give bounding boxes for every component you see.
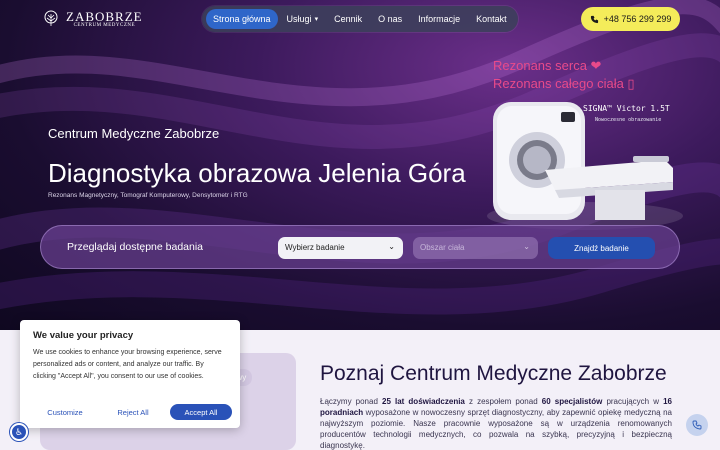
- brand-tagline: CENTRUM MEDYCZNE: [73, 22, 136, 28]
- call-float-button[interactable]: [686, 414, 708, 436]
- phone-icon: [692, 420, 702, 430]
- chevron-down-icon: ▾: [314, 16, 319, 23]
- brand-name: ZABOBRZE: [66, 8, 143, 24]
- nav-item-label: Cennik: [334, 14, 363, 24]
- about-highlight: 60 specjalistów: [541, 397, 603, 406]
- phone-button[interactable]: +48 756 299 299: [581, 7, 680, 31]
- nav-item-label: Informacje: [418, 14, 461, 24]
- accessibility-icon[interactable]: ♿: [10, 423, 28, 441]
- nav-item-services[interactable]: Usługi ▾: [280, 9, 326, 29]
- hero-section: ZABOBRZE CENTRUM MEDYCZNE Strona główna …: [0, 0, 720, 330]
- nav-item-about[interactable]: O nas: [371, 9, 409, 29]
- customize-button[interactable]: Customize: [36, 404, 94, 420]
- nav-item-pricing[interactable]: Cennik: [327, 9, 369, 29]
- accept-all-button[interactable]: Accept All: [170, 404, 232, 420]
- body-area-select[interactable]: Obszar ciała ⌄: [413, 237, 538, 259]
- about-title: Poznaj Centrum Medyczne Zabobrze: [320, 362, 667, 385]
- nav-item-home[interactable]: Strona główna: [206, 9, 278, 29]
- brand-logo[interactable]: ZABOBRZE CENTRUM MEDYCZNE: [40, 10, 143, 28]
- exam-select-value: Wybierz badanie: [285, 243, 345, 252]
- chevron-down-icon: ⌄: [523, 242, 530, 251]
- cookie-banner: We value your privacy We use cookies to …: [20, 320, 240, 428]
- nav-item-label: O nas: [378, 14, 403, 24]
- nav-item-label: Kontakt: [476, 14, 507, 24]
- about-text-part: z zespołem ponad: [464, 397, 542, 406]
- machine-subtitle: Nowoczesne obrazowanie: [595, 117, 662, 123]
- rezonans-body-link[interactable]: Rezonans całego ciała ▯: [493, 76, 635, 92]
- nav-item-info[interactable]: Informacje: [411, 9, 467, 29]
- main-nav: Strona główna Usługi ▾ Cennik O nas Infor…: [202, 6, 518, 32]
- about-highlight: 25 lat doświadczenia: [382, 397, 465, 406]
- tree-logo-icon: [44, 10, 58, 26]
- exam-search-bar: Przeglądaj dostępne badania Wybierz bada…: [40, 225, 680, 269]
- about-text-part: pracujących w: [602, 397, 664, 406]
- about-text-part: wyposażone w nowoczesny sprzęt diagnosty…: [320, 408, 672, 450]
- hero-description: Rezonans Magnetyczny, Tomograf Komputero…: [48, 192, 248, 199]
- cookie-text: We use cookies to enhance your browsing …: [33, 349, 222, 380]
- nav-item-contact[interactable]: Kontakt: [469, 9, 514, 29]
- body-area-select-value: Obszar ciała: [420, 243, 465, 252]
- cookie-title: We value your privacy: [33, 330, 134, 341]
- rezonans-heart-link[interactable]: Rezonans serca ❤: [493, 58, 601, 74]
- find-exam-button[interactable]: Znajdź badanie: [548, 237, 655, 259]
- nav-item-label: Usługi: [286, 14, 312, 24]
- phone-icon: [590, 15, 598, 23]
- machine-name: SIGNA™ Victor 1.5T: [583, 104, 670, 113]
- nav-item-label: Strona główna: [213, 14, 271, 24]
- about-text: Łączymy ponad 25 lat doświadczenia z zes…: [320, 396, 672, 450]
- search-label: Przeglądaj dostępne badania: [67, 241, 204, 253]
- cookie-actions: Customize Reject All Accept All: [30, 404, 232, 420]
- about-text-part: Łączymy ponad: [320, 397, 382, 406]
- hero-title: Diagnostyka obrazowa Jelenia Góra: [48, 158, 466, 188]
- phone-number: +48 756 299 299: [603, 14, 672, 24]
- chevron-down-icon: ⌄: [388, 242, 395, 251]
- exam-select[interactable]: Wybierz badanie ⌄: [278, 237, 403, 259]
- hero-subtitle: Centrum Medyczne Zabobrze: [48, 126, 220, 141]
- reject-all-button[interactable]: Reject All: [104, 404, 162, 420]
